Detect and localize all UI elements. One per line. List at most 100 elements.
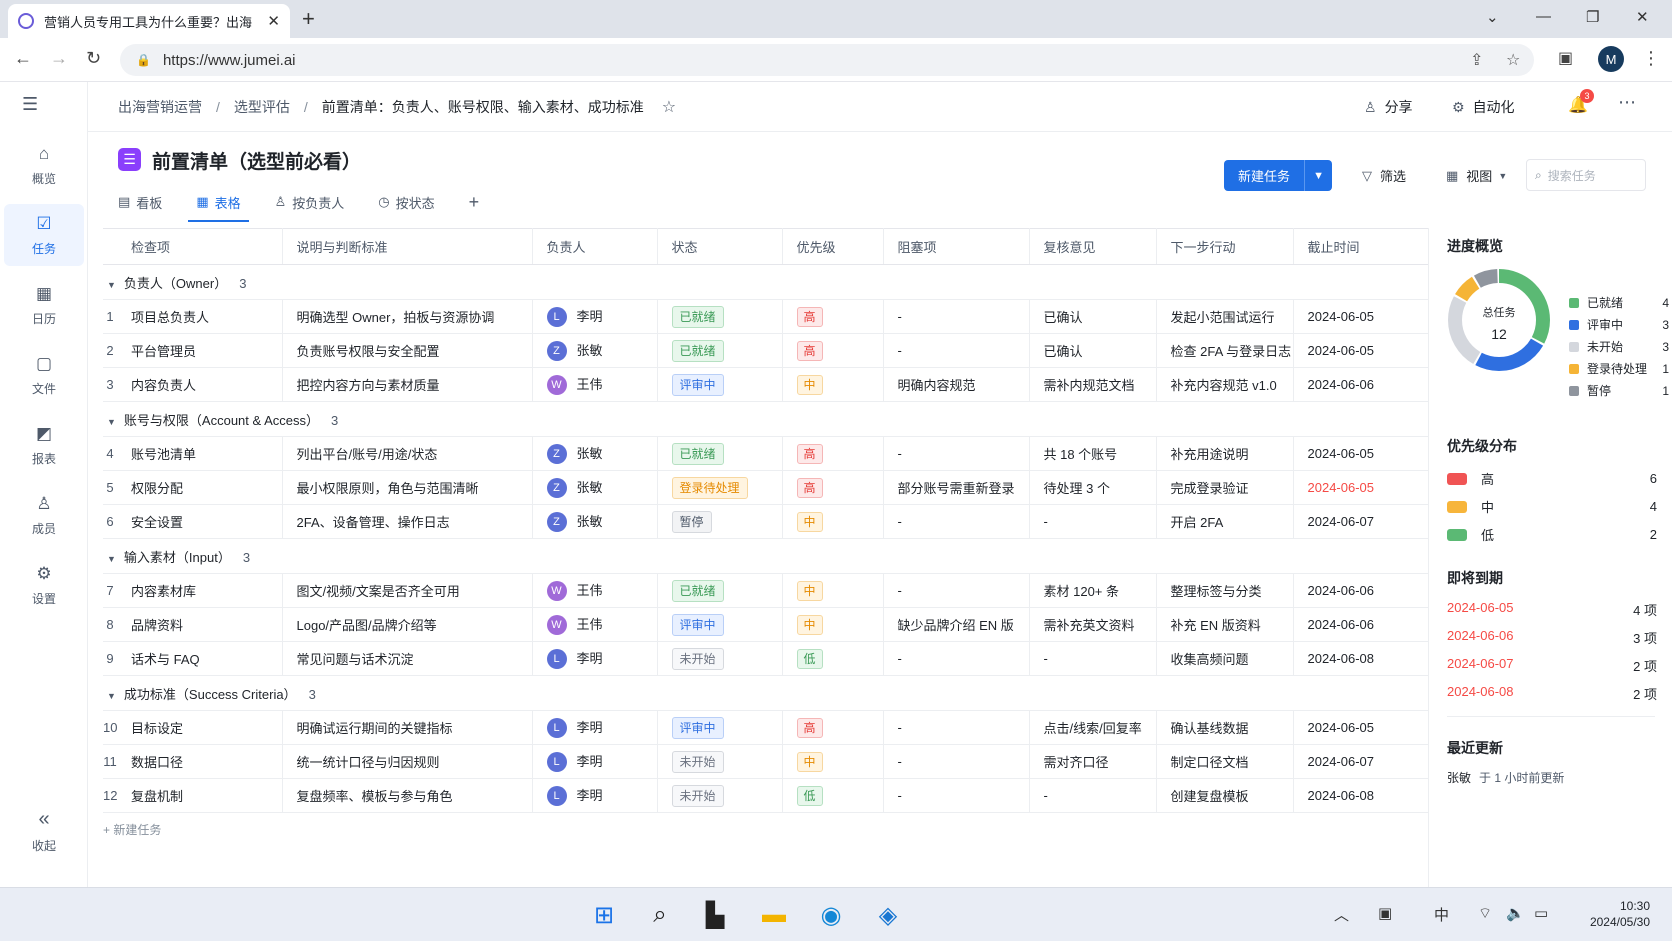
description-cell[interactable]: 把控内容方向与素材质量 <box>282 367 533 402</box>
item-cell[interactable]: 内容负责人 <box>117 367 283 402</box>
priority-cell[interactable]: 中 <box>782 607 884 642</box>
review-cell[interactable]: 共 18 个账号 <box>1029 436 1157 471</box>
description-cell[interactable]: 负责账号权限与安全配置 <box>282 333 533 368</box>
owner-cell[interactable]: Z 张敏 <box>532 436 658 471</box>
owner-cell[interactable]: L 李明 <box>532 299 658 334</box>
tray-chevron-up-icon[interactable]: ︿ <box>1334 904 1349 925</box>
status-cell[interactable]: 暂停 <box>657 504 783 539</box>
sidebar-collapse-button[interactable]: « 收起 <box>4 800 84 862</box>
ime-indicator[interactable]: 中 <box>1434 904 1449 925</box>
priority-cell[interactable]: 中 <box>782 367 884 402</box>
blocker-cell[interactable]: - <box>883 504 1030 539</box>
next-action-cell[interactable]: 确认基线数据 <box>1156 710 1294 745</box>
review-cell[interactable]: 点击/线索/回复率 <box>1029 710 1157 745</box>
blocker-cell[interactable]: - <box>883 744 1030 779</box>
priority-cell[interactable]: 高 <box>782 436 884 471</box>
column-header[interactable]: 说明与判断标准 <box>282 228 533 265</box>
item-cell[interactable]: 权限分配 <box>117 470 283 505</box>
review-cell[interactable]: 待处理 3 个 <box>1029 470 1157 505</box>
next-action-cell[interactable]: 补充用途说明 <box>1156 436 1294 471</box>
owner-cell[interactable]: W 王伟 <box>532 573 658 608</box>
group-header-row[interactable]: ▼ 账号与权限（Account & Access） 3 <box>103 401 1428 437</box>
review-cell[interactable]: 需补充英文资料 <box>1029 607 1157 642</box>
next-action-cell[interactable]: 完成登录验证 <box>1156 470 1294 505</box>
item-cell[interactable]: 账号池清单 <box>117 436 283 471</box>
more-options-icon[interactable]: ⋯ <box>1618 92 1636 113</box>
volume-icon[interactable]: 🔈 <box>1506 904 1525 922</box>
start-windows-icon[interactable]: ⊞ <box>589 900 619 930</box>
column-header[interactable]: 复核意见 <box>1029 228 1157 265</box>
due-row[interactable]: 2024-06-06 3 项 <box>1447 628 1657 646</box>
share-button[interactable]: ♙ 分享 <box>1364 97 1413 117</box>
file-explorer-icon[interactable]: ▬ <box>759 900 789 930</box>
browser-menu-icon[interactable]: ⋮ <box>1642 48 1660 69</box>
due-date-cell[interactable]: 2024-06-07 <box>1293 504 1429 539</box>
status-cell[interactable]: 已就绪 <box>657 333 783 368</box>
due-date-cell[interactable]: 2024-06-07 <box>1293 744 1429 779</box>
caret-down-icon[interactable]: ▼ <box>107 554 116 564</box>
review-cell[interactable]: 需补内规范文档 <box>1029 367 1157 402</box>
automation-button[interactable]: ⚙ 自动化 <box>1452 97 1515 117</box>
profile-avatar[interactable]: M <box>1598 46 1624 72</box>
description-cell[interactable]: 常见问题与话术沉淀 <box>282 641 533 676</box>
breadcrumb-item[interactable]: 选型评估 <box>234 97 290 117</box>
edge-browser-icon[interactable]: ◉ <box>816 900 846 930</box>
priority-cell[interactable]: 高 <box>782 470 884 505</box>
due-date-cell[interactable]: 2024-06-05 <box>1293 710 1429 745</box>
review-cell[interactable]: 已确认 <box>1029 333 1157 368</box>
caret-down-icon[interactable]: ▼ <box>107 691 116 701</box>
lock-icon[interactable]: 🔒 <box>136 53 151 67</box>
blocker-cell[interactable]: - <box>883 436 1030 471</box>
table-row[interactable]: 8 品牌资料 Logo/产品图/品牌介绍等 W 王伟 评审中 中 缺少品牌介绍 EN 版需补充… <box>103 607 1429 642</box>
owner-cell[interactable]: W 王伟 <box>532 607 658 642</box>
close-tab-icon[interactable]: ✕ <box>267 12 280 30</box>
next-action-cell[interactable]: 制定口径文档 <box>1156 744 1294 779</box>
due-date-cell[interactable]: 2024-06-05 <box>1293 299 1429 334</box>
next-action-cell[interactable]: 创建复盘模板 <box>1156 778 1294 813</box>
owner-cell[interactable]: L 李明 <box>532 710 658 745</box>
next-action-cell[interactable]: 补充内容规范 v1.0 <box>1156 367 1294 402</box>
description-cell[interactable]: Logo/产品图/品牌介绍等 <box>282 607 533 642</box>
table-row[interactable]: 9 话术与 FAQ 常见问题与话术沉淀 L 李明 未开始低 - - 收集高频问题 2024-06-… <box>103 641 1429 676</box>
due-date-cell[interactable]: 2024-06-06 <box>1293 573 1429 608</box>
favorite-star-icon[interactable]: ☆ <box>662 97 676 117</box>
review-cell[interactable]: - <box>1029 504 1157 539</box>
due-row[interactable]: 2024-06-08 2 项 <box>1447 684 1657 702</box>
item-cell[interactable]: 品牌资料 <box>117 607 283 642</box>
tab-board[interactable]: ▤ 看板 <box>118 182 162 222</box>
tab-table[interactable]: ▦ 表格 <box>188 182 249 222</box>
reload-icon[interactable]: ↻ <box>86 48 101 69</box>
priority-cell[interactable]: 高 <box>782 710 884 745</box>
owner-cell[interactable]: L 李明 <box>532 641 658 676</box>
breadcrumb-item[interactable]: 出海营销运营 <box>118 97 202 117</box>
tab-search-chevron-icon[interactable]: ⌄ <box>1486 8 1499 26</box>
blocker-cell[interactable]: 明确内容规范 <box>883 367 1030 402</box>
battery-icon[interactable]: ▭ <box>1534 904 1548 922</box>
blocker-cell[interactable]: - <box>883 778 1030 813</box>
sidebar-item-reports[interactable]: ◩ 报表 <box>4 414 84 476</box>
item-cell[interactable]: 安全设置 <box>117 504 283 539</box>
status-cell[interactable]: 评审中 <box>657 710 783 745</box>
blocker-cell[interactable]: - <box>883 333 1030 368</box>
new-task-dropdown-icon[interactable]: ▼ <box>1304 160 1333 191</box>
add-task-row[interactable]: + 新建任务 <box>103 813 1428 845</box>
description-cell[interactable]: 图文/视频/文案是否齐全可用 <box>282 573 533 608</box>
menu-hamburger-icon[interactable]: ☰ <box>22 94 38 115</box>
status-cell[interactable]: 评审中 <box>657 607 783 642</box>
maximize-button[interactable]: ❐ <box>1586 8 1599 26</box>
table-row[interactable]: 11 数据口径 统一统计口径与归因规则 L 李明 未开始 中 - 需对齐口径 制定口径文档 2024… <box>103 744 1429 779</box>
group-header-row[interactable]: ▼ 成功标准（Success Criteria） 3 <box>103 675 1428 711</box>
item-cell[interactable]: 复盘机制 <box>117 778 283 813</box>
tray-app-icon[interactable]: ▣ <box>1378 904 1392 922</box>
group-header-row[interactable]: ▼ 输入素材（Input） 3 <box>103 538 1428 574</box>
item-cell[interactable]: 项目总负责人 <box>117 299 283 334</box>
column-header[interactable]: 检查项 <box>117 228 283 265</box>
share-page-icon[interactable]: ⇪ <box>1470 50 1483 70</box>
blocker-cell[interactable]: 缺少品牌介绍 EN 版 <box>883 607 1030 642</box>
tab-by-owner[interactable]: ♙ 按负责人 <box>275 182 345 222</box>
add-view-button[interactable]: + <box>469 182 480 222</box>
tab-by-status[interactable]: ◷ 按状态 <box>378 182 434 222</box>
status-cell[interactable]: 登录待处理 <box>657 470 783 505</box>
status-cell[interactable]: 已就绪 <box>657 436 783 471</box>
table-row[interactable]: 6 安全设置 2FA、设备管理、操作日志 Z 张敏 暂停中 - - 开启 2FA 2024-06-… <box>103 504 1429 539</box>
